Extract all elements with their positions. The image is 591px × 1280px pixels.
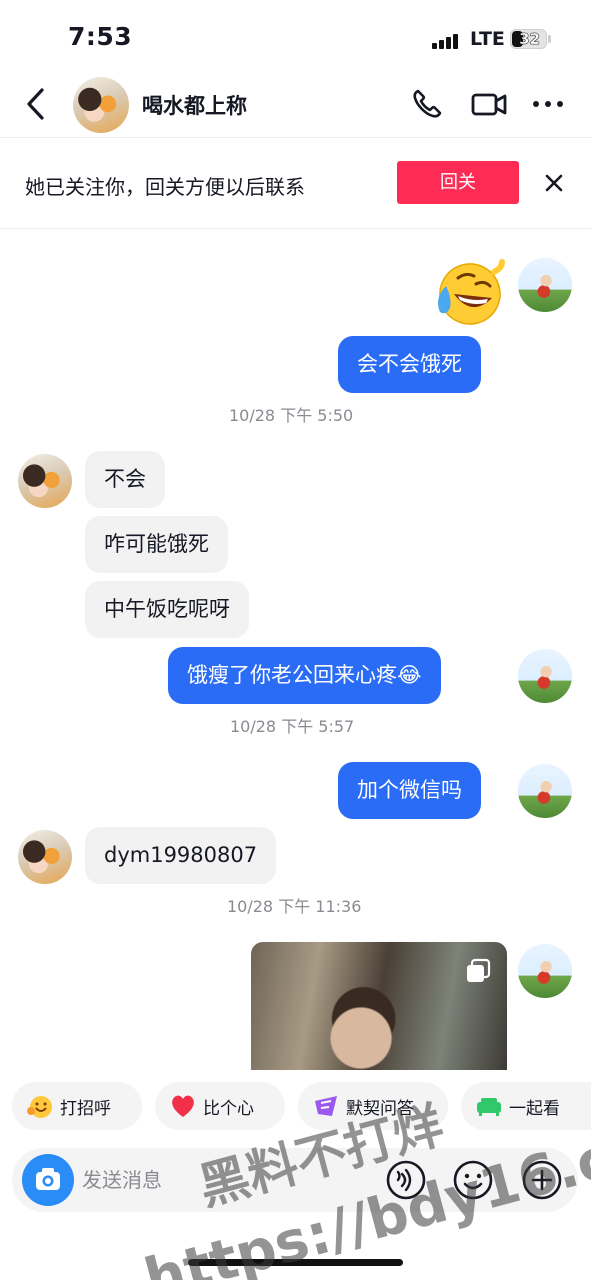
follow-back-message: 她已关注你，回关方便以后联系 [25,175,305,199]
message-timestamp: 10/28 下午 5:50 [229,406,354,425]
chip-label: 一起看 [509,1098,560,1119]
emoji-icon[interactable] [451,1158,495,1202]
my-avatar[interactable] [518,258,572,312]
message-bubble-received[interactable]: 咋可能饿死 [85,516,228,573]
plus-icon[interactable] [520,1158,564,1202]
video-call-icon[interactable] [470,86,507,122]
message-bubble-sent[interactable]: 会不会饿死 [338,336,481,393]
my-avatar[interactable] [518,944,572,998]
close-icon[interactable] [540,169,568,197]
photo-message[interactable] [251,942,507,1070]
message-bubble-received[interactable]: 中午饭吃呢呀 [85,581,249,638]
battery-tip [548,35,551,43]
signal-icon [432,32,464,49]
chip-heart[interactable]: 比个心 [155,1082,285,1130]
phone-icon[interactable] [409,86,445,122]
camera-icon [36,1168,60,1190]
message-bubble-sent[interactable]: 加个微信吗 [338,762,481,819]
wave-emoji-icon [26,1093,54,1119]
contact-avatar[interactable] [73,77,129,133]
message-bubble-received[interactable]: 不会 [85,451,165,508]
chip-label: 默契问答 [346,1098,414,1119]
my-avatar[interactable] [518,649,572,703]
status-time: 7:53 [68,22,133,51]
home-indicator [188,1259,403,1266]
back-icon[interactable] [18,84,54,124]
chip-watch-together[interactable]: 一起看 [461,1082,591,1130]
chip-label: 打招呼 [60,1098,111,1119]
message-bubble-received[interactable]: dym19980807 [85,827,277,884]
message-composer [12,1148,578,1212]
message-input[interactable] [82,1158,352,1202]
multi-image-icon [465,958,491,984]
network-label: LTE [470,28,505,50]
qa-icon [312,1093,340,1119]
laughing-emoji-sticker[interactable] [428,258,506,328]
chip-greet[interactable]: 打招呼 [12,1082,142,1130]
my-avatar[interactable] [518,764,572,818]
battery-icon: 32 [510,29,547,49]
chip-label: 比个心 [203,1098,254,1119]
voice-icon[interactable] [384,1158,428,1202]
contact-avatar[interactable] [18,454,72,508]
message-bubble-sent[interactable]: 饿瘦了你老公回来心疼😂 [168,647,441,704]
follow-back-button[interactable]: 回关 [397,161,519,204]
follow-back-banner: 她已关注你，回关方便以后联系 回关 [0,139,591,229]
sofa-icon [475,1093,503,1119]
heart-icon [169,1093,197,1119]
more-icon[interactable] [530,86,566,122]
camera-button[interactable] [22,1154,74,1206]
quick-action-bar: 打招呼 比个心 默契问答 一起看 [0,1082,591,1132]
status-bar: 7:53 LTE 32 [0,0,591,70]
battery-level: 32 [519,30,540,48]
chip-qa[interactable]: 默契问答 [298,1082,448,1130]
contact-name[interactable]: 喝水都上称 [142,90,247,120]
chat-header: 喝水都上称 [0,70,591,138]
contact-avatar[interactable] [18,830,72,884]
message-timestamp: 10/28 下午 11:36 [227,897,362,916]
message-timestamp: 10/28 下午 5:57 [230,717,355,736]
